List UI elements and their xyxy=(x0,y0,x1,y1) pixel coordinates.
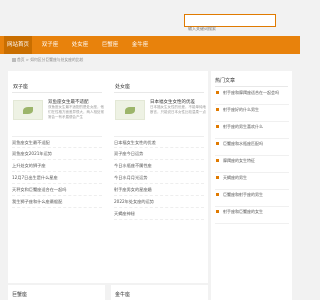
breadcrumb-text[interactable]: 首页 > 如何区分巨蟹座与处女座的比较 xyxy=(17,57,83,62)
nav-item-taurus[interactable]: 金牛座 xyxy=(126,36,154,54)
sidebar-item-label: 巨蟹座和射手座的男生 xyxy=(223,192,263,197)
featured-description: 双鱼座女生最不适配的是处女座，他们在性格方面差异很大，两人相处常常会一有矛盾便会… xyxy=(48,105,104,120)
sidebar-item-label: 摩羯座的女生特征 xyxy=(223,158,255,163)
list-item[interactable]: 天秤女和巨蟹座适合在一起吗 xyxy=(12,184,102,196)
sidebar-item-label: 射手座的男生喜欢什么 xyxy=(223,124,263,129)
section-title: 金牛座 xyxy=(115,292,131,298)
list-item[interactable]: 射手座男女的星座婚 xyxy=(114,184,204,196)
sidebar-item-label: 巨蟹座和水瓶座匹配吗 xyxy=(223,141,263,146)
home-icon xyxy=(12,58,16,62)
header xyxy=(0,0,300,35)
section-cancer: 巨蟹座 xyxy=(8,285,105,300)
article-list: 双鱼座女生最不适配 双鱼座女2021年运势 上升处女的狮子座 12月7日出生是什… xyxy=(12,136,102,208)
sidebar-title: 热门文章 xyxy=(215,78,236,84)
divider xyxy=(114,92,204,93)
bullet-icon xyxy=(216,91,219,94)
section-title: 处女座 xyxy=(115,84,131,90)
section-title: 双子座 xyxy=(13,84,29,90)
bullet-icon xyxy=(216,210,219,213)
article-thumbnail[interactable] xyxy=(115,100,145,120)
sidebar-item[interactable]: 射手座好的什么男生 xyxy=(215,105,289,122)
sidebar-item-label: 射手座好的什么男生 xyxy=(223,107,259,112)
sidebar-item-label: 天蝎座的男生 xyxy=(223,175,247,180)
list-item[interactable]: 我生狮子座和什么座最般配 xyxy=(12,196,102,208)
sidebar-item[interactable]: 射手座和摩羯座适合在一起会吗 xyxy=(215,88,289,105)
bullet-icon xyxy=(216,193,219,196)
featured-description: 日本福女生女性的优差，不能单纯地断言，只能说日本女性比较温柔一点 xyxy=(150,105,206,115)
sidebar-item[interactable]: 射手座和巨蟹座的女生 xyxy=(215,207,289,224)
divider xyxy=(215,86,288,87)
featured-article[interactable]: 日本福女生女性的优差 日本福女生女性的优差，不能单纯地断言，只能说日本女性比较温… xyxy=(114,97,206,134)
list-item[interactable]: 12月7日出生是什么星座 xyxy=(12,172,102,184)
sidebar-item-label: 射手座和巨蟹座的女生 xyxy=(223,209,263,214)
list-item[interactable]: 今日水月月光运势 xyxy=(114,172,204,184)
section-taurus: 金牛座 xyxy=(111,285,208,300)
sidebar-item[interactable]: 巨蟹座和射手座的男生 xyxy=(215,190,289,207)
search-box[interactable] xyxy=(184,14,276,34)
list-item[interactable]: 双子座今日运势 xyxy=(114,148,204,160)
sidebar-item[interactable]: 巨蟹座和水瓶座匹配吗 xyxy=(215,139,289,156)
section-title: 巨蟹座 xyxy=(12,292,28,298)
hot-article-list: 射手座和摩羯座适合在一起会吗 射手座好的什么男生 射手座的男生喜欢什么 巨蟹座和… xyxy=(215,88,289,224)
bullet-icon xyxy=(216,142,219,145)
nav-item-home[interactable]: 网站首页 xyxy=(4,36,32,54)
bullet-icon xyxy=(216,176,219,179)
section-gemini: 双子座 双鱼座女生最不适配 双鱼座女生最不适配的是处女座，他们在性格方面差异很大… xyxy=(12,83,104,208)
featured-article[interactable]: 双鱼座女生最不适配 双鱼座女生最不适配的是处女座，他们在性格方面差异很大，两人相… xyxy=(12,97,104,134)
section-virgo: 处女座 日本福女生女性的优差 日本福女生女性的优差，不能单纯地断言，只能说日本女… xyxy=(114,83,206,220)
sidebar-item[interactable]: 射手座的男生喜欢什么 xyxy=(215,122,289,139)
article-list: 日本福女生女性的优差 双子座今日运势 今日水瓶座不属性座 今日水月月光运势 射手… xyxy=(114,136,204,220)
divider xyxy=(12,92,102,93)
main-content: 双子座 双鱼座女生最不适配 双鱼座女生最不适配的是处女座，他们在性格方面差异很大… xyxy=(8,71,208,283)
main-nav: 网站首页 双子座 处女座 巨蟹座 金牛座 xyxy=(0,36,300,54)
sidebar-item[interactable]: 摩羯座的女生特征 xyxy=(215,156,289,173)
bullet-icon xyxy=(216,159,219,162)
breadcrumb: 首页 > 如何区分巨蟹座与处女座的比较 xyxy=(12,57,83,63)
bullet-icon xyxy=(216,125,219,128)
nav-item-gemini[interactable]: 双子座 xyxy=(36,36,64,54)
list-item[interactable]: 上升处女的狮子座 xyxy=(12,160,102,172)
list-item[interactable]: 2022年处女座的运势 xyxy=(114,196,204,208)
sidebar-item[interactable]: 天蝎座的男生 xyxy=(215,173,289,190)
list-item[interactable]: 天蝎座神秘 xyxy=(114,208,204,220)
sidebar-item-label: 射手座和摩羯座适合在一起会吗 xyxy=(223,90,279,95)
search-input[interactable] xyxy=(185,23,275,34)
bullet-icon xyxy=(216,108,219,111)
leaf-icon xyxy=(125,107,135,114)
nav-item-cancer[interactable]: 巨蟹座 xyxy=(96,36,124,54)
list-item[interactable]: 双鱼座女生最不适配 xyxy=(12,136,102,148)
sidebar-hot-articles: 热门文章 射手座和摩羯座适合在一起会吗 射手座好的什么男生 射手座的男生喜欢什么… xyxy=(211,71,292,300)
leaf-icon xyxy=(23,107,33,114)
list-item[interactable]: 日本福女生女性的优差 xyxy=(114,136,204,148)
list-item[interactable]: 今日水瓶座不属性座 xyxy=(114,160,204,172)
article-thumbnail[interactable] xyxy=(13,100,43,120)
nav-item-virgo[interactable]: 处女座 xyxy=(66,36,94,54)
list-item[interactable]: 双鱼座女2021年运势 xyxy=(12,148,102,160)
